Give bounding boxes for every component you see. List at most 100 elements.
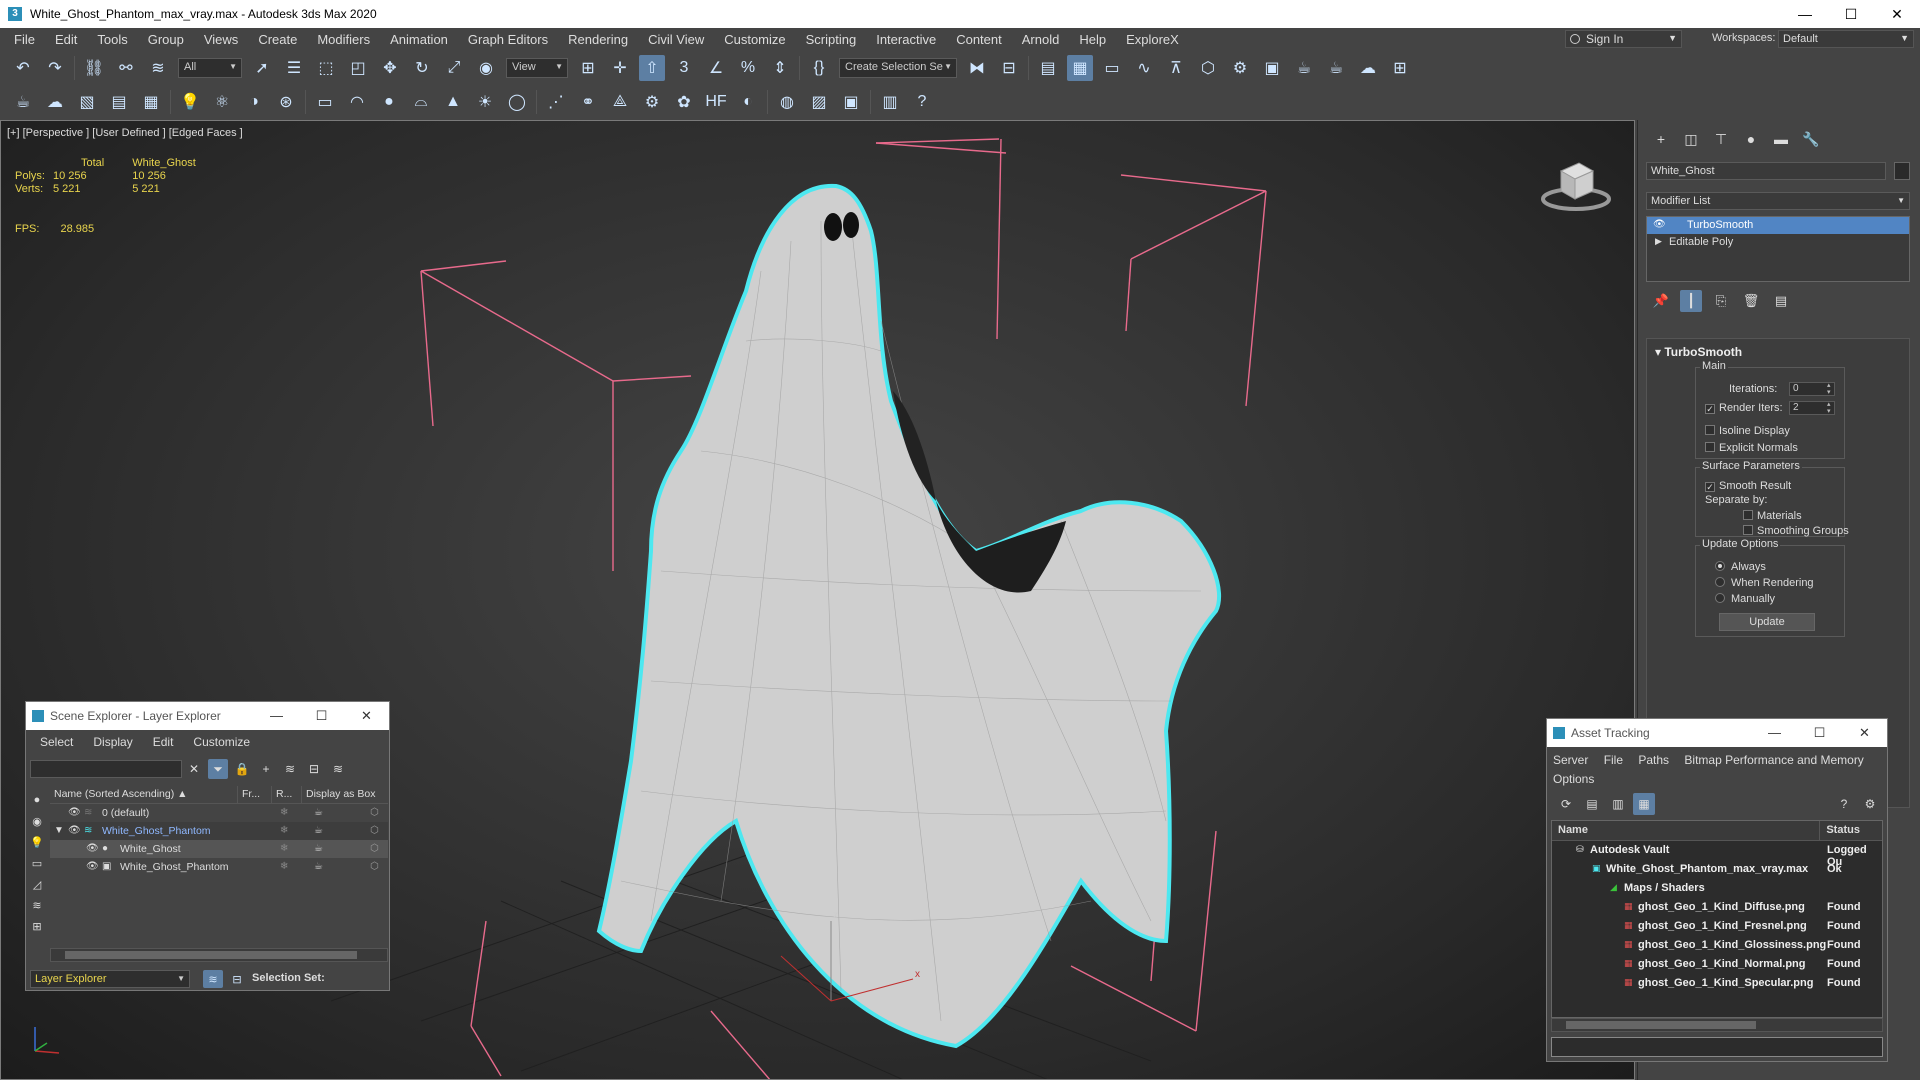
- window-crossing-icon[interactable]: ◰: [345, 55, 371, 81]
- menu-tools[interactable]: Tools: [87, 32, 137, 47]
- filter-icon[interactable]: ⏷: [208, 759, 228, 779]
- display-all-icon[interactable]: ⊞: [28, 917, 46, 935]
- tube-icon[interactable]: ⊛: [273, 89, 299, 115]
- curve-editor-icon[interactable]: ∿: [1131, 55, 1157, 81]
- rect-region-icon[interactable]: ⬚: [313, 55, 339, 81]
- minimize-button[interactable]: —: [1782, 0, 1828, 28]
- layers-icon[interactable]: ≋: [280, 759, 300, 779]
- viewport-label[interactable]: [+] [Perspective ] [User Defined ] [Edge…: [7, 127, 243, 139]
- proxy-icon[interactable]: ⚭: [575, 89, 601, 115]
- expand-arrow-icon[interactable]: ▶: [1655, 236, 1662, 247]
- undo-icon[interactable]: ↶: [10, 55, 36, 81]
- modifier-list-dropdown[interactable]: Modifier List ▼: [1646, 192, 1910, 210]
- sort-by-layer-icon[interactable]: ≋: [203, 970, 223, 988]
- list-icon[interactable]: ▤: [106, 89, 132, 115]
- at-menu-options[interactable]: Options: [1553, 772, 1594, 786]
- menu-scripting[interactable]: Scripting: [796, 32, 867, 47]
- isoline-row[interactable]: Isoline Display: [1705, 425, 1790, 437]
- pin-stack-icon[interactable]: 📌: [1650, 290, 1672, 312]
- smooth-result-row[interactable]: ✓ Smooth Result: [1705, 480, 1791, 492]
- smoothing-groups-checkbox[interactable]: [1743, 525, 1753, 535]
- maximize-button[interactable]: ☐: [1797, 719, 1842, 747]
- material-icon[interactable]: ▧: [74, 89, 100, 115]
- material-editor-icon[interactable]: ⬡: [1195, 55, 1221, 81]
- menu-customize[interactable]: Customize: [714, 32, 795, 47]
- menu-rendering[interactable]: Rendering: [558, 32, 638, 47]
- menu-modifiers[interactable]: Modifiers: [307, 32, 380, 47]
- eye-icon[interactable]: 👁: [1653, 219, 1666, 230]
- sun-light-icon[interactable]: ☀: [472, 89, 498, 115]
- create-tab-icon[interactable]: +: [1648, 128, 1674, 150]
- eye-icon[interactable]: 👁: [68, 807, 81, 818]
- render-region-icon[interactable]: ▨: [806, 89, 832, 115]
- col-renderable[interactable]: R...: [272, 786, 302, 803]
- display-helpers-icon[interactable]: ◿: [28, 875, 46, 893]
- clipper-icon[interactable]: ⟁: [607, 89, 633, 115]
- close-button[interactable]: ✕: [1874, 0, 1920, 28]
- asset-tracking-scrollbar[interactable]: [1551, 1018, 1883, 1032]
- col-display-as-box[interactable]: Display as Box: [302, 786, 388, 803]
- when-rendering-radio[interactable]: [1715, 577, 1725, 587]
- menu-edit[interactable]: Edit: [45, 32, 87, 47]
- viewcube[interactable]: [1541, 157, 1611, 217]
- render-teapot-icon[interactable]: ☕: [314, 843, 323, 854]
- plant-icon[interactable]: ✿: [671, 89, 697, 115]
- menu-graph-editors[interactable]: Graph Editors: [458, 32, 558, 47]
- render-setup-icon[interactable]: ⚙: [1227, 55, 1253, 81]
- render-iters-row[interactable]: ✓ Render Iters:: [1705, 402, 1783, 414]
- frame-buffer-icon[interactable]: ▥: [877, 89, 903, 115]
- menu-views[interactable]: Views: [194, 32, 248, 47]
- col-name[interactable]: Name (Sorted Ascending) ▲: [50, 786, 238, 803]
- pivot-icon[interactable]: ⊞: [575, 55, 601, 81]
- help-icon[interactable]: ?: [909, 89, 935, 115]
- select-by-name-icon[interactable]: ☰: [281, 55, 307, 81]
- gear-icon[interactable]: ⚙: [639, 89, 665, 115]
- display-none-icon[interactable]: ●: [28, 791, 46, 809]
- asset-tracking-title-bar[interactable]: Asset Tracking — ☐ ✕: [1547, 719, 1887, 747]
- grid-icon[interactable]: ▦: [138, 89, 164, 115]
- workspaces-dropdown[interactable]: Default ▼: [1778, 30, 1914, 48]
- cone-primitive-icon[interactable]: ▲: [440, 89, 466, 115]
- named-selection-dropdown[interactable]: Create Selection Se ▼: [839, 58, 957, 78]
- mirror-icon[interactable]: ⧓: [964, 55, 990, 81]
- display-lights-icon[interactable]: 💡: [28, 833, 46, 851]
- menu-explorex[interactable]: ExploreX: [1116, 32, 1189, 47]
- update-button[interactable]: Update: [1719, 613, 1815, 631]
- scale-icon[interactable]: ⤢: [441, 55, 467, 81]
- sphere-light-icon[interactable]: ◯: [504, 89, 530, 115]
- display-geometry-icon[interactable]: ◉: [28, 812, 46, 830]
- se-menu-edit[interactable]: Edit: [153, 735, 174, 749]
- table-row[interactable]: ▼ 👁 ≋ White_Ghost_Phantom ❄ ☕ ⬡: [50, 822, 388, 840]
- menu-file[interactable]: File: [0, 32, 45, 47]
- scene-explorer-title-bar[interactable]: Scene Explorer - Layer Explorer — ☐ ✕: [26, 702, 389, 730]
- col-name[interactable]: Name: [1552, 821, 1821, 840]
- select-object-icon[interactable]: ➚: [249, 55, 275, 81]
- stack-item-editable-poly[interactable]: ▶ Editable Poly: [1647, 234, 1909, 251]
- globe-icon[interactable]: ◍: [774, 89, 800, 115]
- fur-icon[interactable]: ⋰: [543, 89, 569, 115]
- render-teapot-icon[interactable]: ☕: [314, 807, 323, 818]
- configure-modifier-sets-icon[interactable]: ▤: [1770, 290, 1792, 312]
- sign-in-dropdown[interactable]: Sign In ▼: [1565, 30, 1682, 48]
- table-row[interactable]: 👁 ≋ 0 (default) ❄ ☕ ⬡: [50, 804, 388, 822]
- nested-layer-icon[interactable]: ⊟: [304, 759, 324, 779]
- add-layer-icon[interactable]: +: [256, 759, 276, 779]
- place-icon[interactable]: ◉: [473, 55, 499, 81]
- table-row[interactable]: ▦ ghost_Geo_1_Kind_Glossiness.png Found: [1552, 936, 1882, 955]
- list-view-icon[interactable]: ▤: [1581, 793, 1603, 815]
- hf-icon[interactable]: HF: [703, 89, 729, 115]
- minimize-button[interactable]: —: [1752, 719, 1797, 747]
- box-primitive-icon[interactable]: ▭: [312, 89, 338, 115]
- smoothing-groups-row[interactable]: Smoothing Groups: [1743, 525, 1849, 537]
- rotate-icon[interactable]: ↻: [409, 55, 435, 81]
- ribbon-icon[interactable]: ▭: [1099, 55, 1125, 81]
- at-menu-file[interactable]: File: [1604, 753, 1623, 767]
- render-teapot-icon[interactable]: ☕: [314, 825, 323, 836]
- at-menu-paths[interactable]: Paths: [1638, 753, 1669, 767]
- box-icon[interactable]: ⬡: [370, 861, 379, 872]
- eye-icon[interactable]: 👁: [86, 861, 99, 872]
- display-spacewarps-icon[interactable]: ≋: [28, 896, 46, 914]
- percent-snap-icon[interactable]: %: [735, 55, 761, 81]
- menu-arnold[interactable]: Arnold: [1012, 32, 1070, 47]
- box-icon[interactable]: ⬡: [370, 843, 379, 854]
